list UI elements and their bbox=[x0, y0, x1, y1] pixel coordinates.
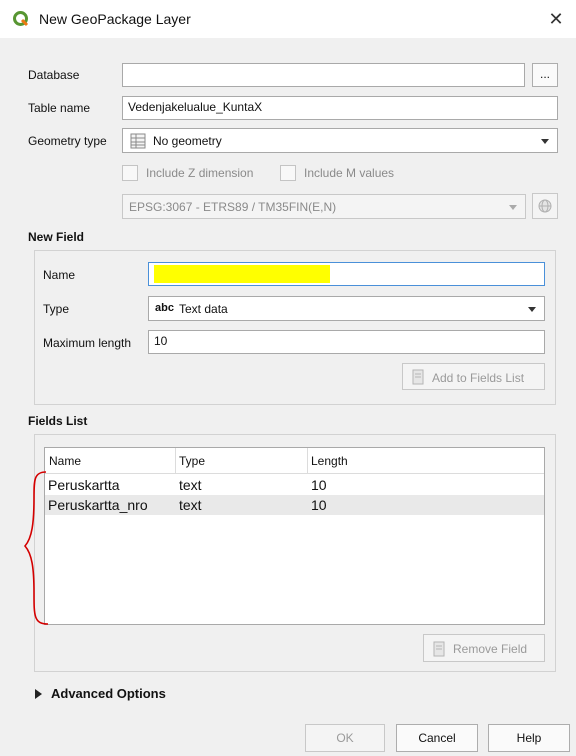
geometry-type-value: No geometry bbox=[153, 134, 222, 148]
field-type-select[interactable]: abc Text data bbox=[148, 296, 545, 321]
geometry-type-select[interactable]: No geometry bbox=[122, 128, 558, 153]
cell-length: 10 bbox=[311, 477, 327, 493]
fields-list-title: Fields List bbox=[28, 414, 88, 428]
ok-button[interactable]: OK bbox=[305, 724, 385, 752]
close-icon[interactable]: ✕ bbox=[543, 6, 569, 32]
column-divider bbox=[307, 448, 308, 473]
text-type-icon: abc bbox=[155, 302, 174, 314]
table-name-label: Table name bbox=[28, 101, 91, 115]
title-bar: New GeoPackage Layer ✕ bbox=[0, 0, 576, 38]
table-row[interactable]: Peruskartta text 10 bbox=[45, 475, 544, 495]
field-name-input[interactable] bbox=[148, 262, 545, 286]
max-length-input[interactable]: 10 bbox=[148, 330, 545, 354]
remove-field-label: Remove Field bbox=[453, 642, 528, 656]
new-field-title: New Field bbox=[28, 230, 85, 244]
field-type-label: Type bbox=[43, 302, 70, 316]
select-crs-button[interactable] bbox=[532, 193, 558, 219]
fields-table[interactable]: Name Type Length Peruskartta text 10 Per… bbox=[44, 447, 545, 625]
chevron-down-icon bbox=[528, 307, 536, 312]
help-button[interactable]: Help bbox=[488, 724, 570, 752]
red-brace-annotation bbox=[23, 471, 49, 625]
advanced-options-toggle[interactable]: Advanced Options bbox=[51, 686, 166, 701]
column-divider bbox=[175, 448, 176, 473]
column-header-length[interactable]: Length bbox=[311, 454, 348, 468]
cell-type: text bbox=[179, 477, 202, 493]
database-input[interactable] bbox=[122, 63, 525, 87]
table-row[interactable]: Peruskartta_nro text 10 bbox=[45, 495, 544, 515]
cell-name: Peruskartta_nro bbox=[48, 497, 148, 513]
field-type-value: Text data bbox=[179, 302, 228, 316]
include-z-checkbox[interactable] bbox=[122, 165, 138, 181]
cell-name: Peruskartta bbox=[48, 477, 120, 493]
cell-length: 10 bbox=[311, 497, 327, 513]
add-field-icon bbox=[412, 369, 424, 385]
expand-arrow-icon[interactable] bbox=[35, 689, 42, 699]
geometry-type-label: Geometry type bbox=[28, 134, 107, 148]
include-m-checkbox[interactable] bbox=[280, 165, 296, 181]
database-label: Database bbox=[28, 68, 80, 82]
max-length-label: Maximum length bbox=[43, 336, 132, 350]
remove-field-button[interactable]: Remove Field bbox=[423, 634, 545, 662]
remove-field-icon bbox=[433, 641, 445, 657]
chevron-down-icon bbox=[541, 139, 549, 144]
table-icon bbox=[130, 133, 146, 149]
cancel-button[interactable]: Cancel bbox=[396, 724, 478, 752]
cell-type: text bbox=[179, 497, 202, 513]
field-name-label: Name bbox=[43, 268, 76, 282]
table-name-input[interactable]: Vedenjakelualue_KuntaX bbox=[122, 96, 558, 120]
add-to-fields-list-label: Add to Fields List bbox=[432, 371, 525, 385]
include-m-label: Include M values bbox=[304, 166, 395, 180]
column-header-type[interactable]: Type bbox=[179, 454, 205, 468]
crs-select[interactable]: EPSG:3067 - ETRS89 / TM35FIN(E,N) bbox=[122, 194, 526, 219]
chevron-down-icon bbox=[509, 205, 517, 210]
globe-icon bbox=[538, 199, 552, 213]
column-header-name[interactable]: Name bbox=[49, 454, 81, 468]
crs-value: EPSG:3067 - ETRS89 / TM35FIN(E,N) bbox=[129, 200, 337, 214]
qgis-logo-icon bbox=[13, 11, 29, 27]
include-z-label: Include Z dimension bbox=[146, 166, 254, 180]
add-to-fields-list-button[interactable]: Add to Fields List bbox=[402, 363, 545, 390]
yellow-highlight-annotation bbox=[154, 265, 330, 283]
window-title: New GeoPackage Layer bbox=[39, 11, 191, 27]
table-header: Name Type Length bbox=[45, 448, 544, 474]
browse-button[interactable]: ... bbox=[532, 63, 558, 87]
